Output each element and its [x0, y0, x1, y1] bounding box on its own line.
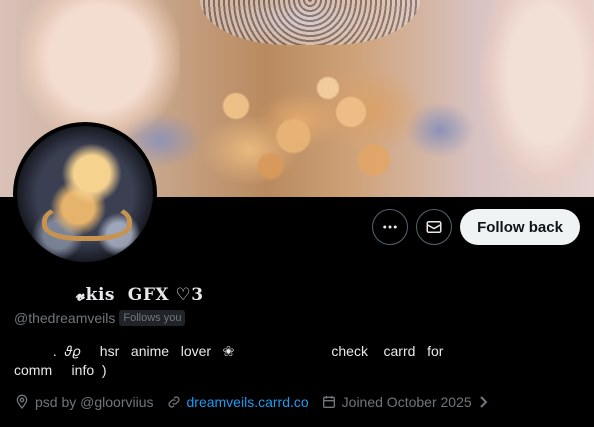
location-pin-icon [16, 394, 28, 410]
avatar-ribbon-decoration [42, 201, 132, 241]
website-link[interactable]: dreamveils.carrd.co [187, 394, 309, 410]
banner-figure-left [20, 0, 180, 140]
mail-icon [426, 221, 442, 233]
link-icon [167, 396, 180, 408]
profile-meta: psd by @gloorviius dreamveils.carrd.co J… [14, 394, 501, 410]
display-name: 𝓿kis GFX ♡3 [76, 285, 204, 305]
banner-lace-decoration [200, 0, 420, 45]
avatar-image [17, 126, 153, 262]
joined-item[interactable]: Joined October 2025 [321, 394, 489, 410]
calendar-icon [322, 396, 335, 408]
website-item[interactable]: dreamveils.carrd.co [166, 394, 309, 410]
bio-line-2: comm info ) [14, 362, 107, 378]
handle: @thedreamveils [14, 310, 116, 326]
message-button[interactable] [416, 209, 452, 245]
chevron-right-icon [479, 396, 488, 408]
joined-text: Joined October 2025 [341, 394, 472, 410]
avatar[interactable] [13, 122, 157, 266]
more-button[interactable] [372, 209, 408, 245]
location-text: psd by @gloorviius [35, 394, 154, 410]
banner-figure-right [480, 0, 594, 195]
follow-back-button[interactable]: Follow back [460, 209, 580, 245]
handle-row: @thedreamveils Follows you [14, 310, 186, 326]
more-horizontal-icon [383, 225, 397, 229]
follows-you-badge: Follows you [119, 310, 186, 326]
bio-line-1: . 𝜗𝜚 hsr anime lover ❀ check carrd for [14, 343, 444, 359]
location-item: psd by @gloorviius [14, 394, 154, 410]
banner-flowers [190, 70, 420, 190]
